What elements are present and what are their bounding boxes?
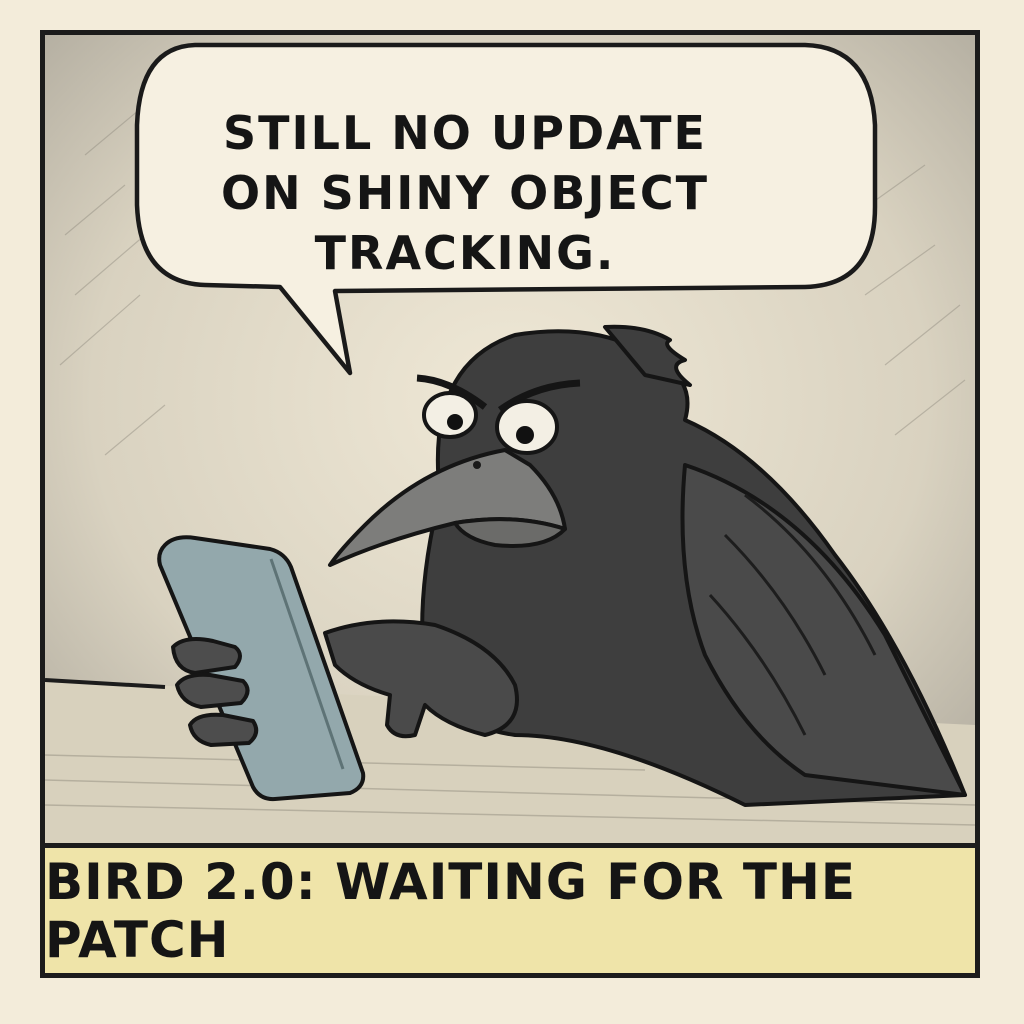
crow-left-pupil (447, 414, 463, 430)
speech-bubble-text: STILL NO UPDATE ON SHINY OBJECT TRACKING… (165, 103, 765, 283)
crow-left-eye (422, 391, 478, 439)
crow-nostril (473, 461, 481, 469)
comic-panel: STILL NO UPDATE ON SHINY OBJECT TRACKING… (40, 30, 980, 978)
crow-right-pupil (516, 426, 534, 444)
comic-page: STILL NO UPDATE ON SHINY OBJECT TRACKING… (0, 0, 1024, 1024)
speech-line-1: STILL NO UPDATE (223, 106, 707, 160)
caption-box: BIRD 2.0: WAITING FOR THE PATCH (45, 843, 975, 973)
speech-line-2: ON SHINY OBJECT (220, 166, 710, 220)
speech-line-3: TRACKING. (314, 226, 616, 280)
caption-text: BIRD 2.0: WAITING FOR THE PATCH (45, 852, 856, 969)
